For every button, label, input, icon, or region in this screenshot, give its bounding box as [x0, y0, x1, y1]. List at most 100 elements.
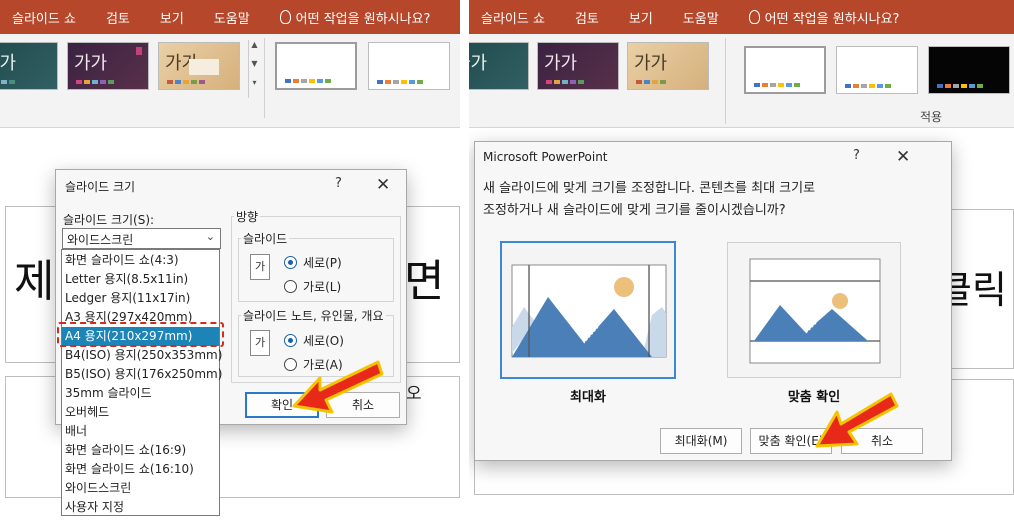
theme-thumb[interactable]: 가가 [67, 42, 149, 90]
theme-sample-text: 가가 [74, 53, 108, 74]
theme-color-dots [754, 83, 800, 87]
theme-color-dots [76, 80, 114, 84]
variant-thumb[interactable] [928, 46, 1010, 94]
chevron-down-icon[interactable]: ⌄ [206, 230, 215, 243]
slide-size-value: 와이드스크린 [67, 233, 134, 247]
theme-color-dots [377, 80, 423, 84]
close-icon[interactable]: ✕ [896, 147, 910, 167]
slide-size-option[interactable]: Ledger 용지(11x17in) [62, 289, 219, 308]
notes-portrait-label: 세로(O) [303, 334, 344, 348]
tab-help[interactable]: 도움말 [683, 8, 719, 27]
slide-size-label: 슬라이드 크기(S): [63, 213, 155, 227]
slides-group-label: 슬라이드 [241, 230, 290, 247]
notes-portrait-radio[interactable]: 세로(O) [284, 332, 344, 349]
slide-size-dropdown-list[interactable]: 화면 슬라이드 쇼(4:3) Letter 용지(8.5x11in) Ledger … [61, 249, 222, 517]
slide-size-option[interactable]: 35mm 슬라이드 [62, 384, 219, 403]
ribbon-divider [725, 38, 726, 124]
slide-size-combo[interactable]: 와이드스크린 ⌄ [62, 228, 221, 249]
slide-title-fragment: 제 [14, 256, 55, 307]
theme-decoration [189, 59, 219, 75]
orientation-label: 방향 [234, 208, 261, 225]
variant-thumb[interactable] [836, 46, 918, 94]
maximize-option[interactable] [501, 242, 675, 378]
right-screenshot: 슬라이드 쇼 검토 보기 도움말 어떤 작업을 원하시나요? 가가 가가 가가 [469, 0, 1014, 531]
portrait-page-icon: 가 [250, 254, 270, 280]
slide-size-option[interactable]: 오버헤드 [62, 403, 219, 422]
slide-size-option[interactable]: 와이드스크린 [62, 479, 219, 498]
slide-subtitle-fragment: 오 [406, 384, 422, 404]
tab-review[interactable]: 검토 [575, 8, 599, 27]
theme-sample-text: 가가 [0, 53, 17, 74]
tell-me-text: 어떤 작업을 원하시나요? [295, 11, 431, 27]
theme-color-dots [167, 80, 205, 84]
theme-thumb[interactable]: 가가 [158, 42, 240, 90]
fit-option[interactable] [727, 242, 901, 378]
theme-thumb[interactable]: 가가 [0, 42, 58, 90]
variant-thumb-selected[interactable] [275, 42, 357, 90]
gallery-up-icon[interactable]: ▲ [249, 40, 260, 59]
radio-checked-icon[interactable] [284, 334, 297, 347]
help-button[interactable]: ? [335, 176, 342, 191]
slide-size-option[interactable]: B4(ISO) 용지(250x353mm) [62, 346, 222, 365]
theme-color-dots [546, 80, 584, 84]
theme-sample-text: 가가 [634, 53, 668, 74]
gallery-down-icon[interactable]: ▼ [249, 59, 260, 78]
slide-size-option[interactable]: Letter 용지(8.5x11in) [62, 270, 219, 289]
portrait-label: 세로(P) [303, 256, 342, 270]
ribbon-tab-bar: 슬라이드 쇼 검토 보기 도움말 어떤 작업을 원하시나요? [0, 0, 460, 34]
theme-thumb[interactable]: 가가 [537, 42, 619, 90]
slide-size-option[interactable]: B5(ISO) 용지(176x250mm) [62, 365, 222, 384]
slide-size-option[interactable]: 화면 슬라이드 쇼(16:9) [62, 441, 219, 460]
fit-preview-icon [749, 258, 881, 364]
ribbon-design-gallery: 가가 가가 가가 ▲ ▼ ▾ [0, 34, 460, 128]
theme-sample-text: 가가 [469, 53, 488, 74]
slide-size-option[interactable]: 화면 슬라이드 쇼(4:3) [62, 251, 219, 270]
help-button[interactable]: ? [853, 148, 860, 163]
theme-sample-text: 가가 [544, 53, 578, 74]
dialog-message-line: 조정하거나 새 슬라이드에 맞게 크기를 줄이시겠습니까? [483, 203, 786, 218]
portrait-radio[interactable]: 세로(P) [284, 254, 342, 271]
tab-view[interactable]: 보기 [160, 8, 184, 27]
gallery-scroll[interactable]: ▲ ▼ ▾ [248, 40, 260, 98]
tab-review[interactable]: 검토 [106, 8, 130, 27]
radio-unchecked-icon[interactable] [284, 280, 297, 293]
gallery-more-icon[interactable]: ▾ [249, 78, 260, 97]
tell-me-search[interactable]: 어떤 작업을 원하시나요? [748, 8, 900, 27]
maximize-button[interactable]: 최대화(M) [660, 428, 742, 454]
tab-view[interactable]: 보기 [629, 8, 653, 27]
slide-title-fragment: 면 [404, 256, 445, 307]
theme-color-dots [845, 84, 891, 88]
slide-size-option[interactable]: 배너 [62, 422, 219, 441]
variant-thumb-selected[interactable] [744, 46, 826, 94]
tell-me-search[interactable]: 어떤 작업을 원하시나요? [279, 8, 431, 27]
dialog-title: Microsoft PowerPoint [483, 150, 608, 164]
radio-checked-icon[interactable] [284, 256, 297, 269]
lightbulb-icon [748, 10, 760, 24]
apply-group-label: 적용 [920, 110, 943, 124]
slide-size-option[interactable]: 사용자 지정 [62, 498, 219, 517]
theme-thumb[interactable]: 가가 [469, 42, 529, 90]
maximize-option-label: 최대화 [570, 390, 606, 405]
left-screenshot: 슬라이드 쇼 검토 보기 도움말 어떤 작업을 원하시나요? 가가 가가 가가 … [0, 0, 460, 531]
ribbon-design-gallery: 가가 가가 가가 적용 [469, 34, 1014, 128]
notes-page-icon: 가 [250, 330, 270, 356]
landscape-label: 가로(L) [303, 280, 342, 294]
tab-slideshow[interactable]: 슬라이드 쇼 [481, 8, 545, 27]
notes-group-label: 슬라이드 노트, 유인물, 개요 [241, 307, 386, 324]
dialog-title: 슬라이드 크기 [65, 180, 136, 194]
pointer-arrow-icon [292, 360, 384, 414]
ribbon-tab-bar: 슬라이드 쇼 검토 보기 도움말 어떤 작업을 원하시나요? [469, 0, 1014, 34]
variant-thumb[interactable] [368, 42, 450, 90]
close-icon[interactable]: ✕ [376, 175, 390, 195]
tab-help[interactable]: 도움말 [214, 8, 250, 27]
tell-me-text: 어떤 작업을 원하시나요? [764, 11, 900, 27]
slide-size-option[interactable]: 화면 슬라이드 쇼(16:10) [62, 460, 219, 479]
theme-color-dots [636, 80, 666, 84]
maximize-preview-icon [511, 264, 667, 358]
theme-accent-mark [136, 47, 142, 55]
theme-thumb[interactable]: 가가 [627, 42, 709, 90]
tab-slideshow[interactable]: 슬라이드 쇼 [12, 8, 76, 27]
ribbon-divider [264, 38, 265, 118]
landscape-radio[interactable]: 가로(L) [284, 278, 341, 295]
theme-color-dots [285, 79, 331, 83]
